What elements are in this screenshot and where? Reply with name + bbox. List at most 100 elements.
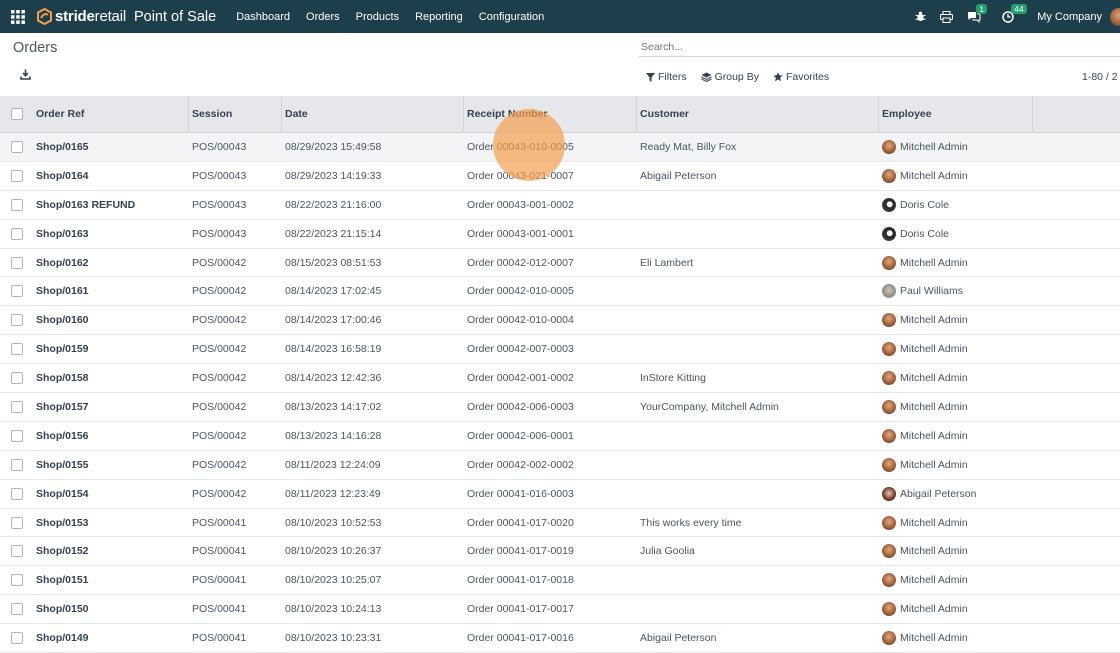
table-row[interactable]: Shop/0163 POS/00043 08/22/2023 21:15:14 Ord… (0, 220, 1120, 249)
employee-cell: Mitchell Admin (879, 451, 1033, 479)
row-checkbox[interactable] (10, 372, 23, 385)
nav-configuration[interactable]: Configuration (479, 11, 544, 23)
user-avatar[interactable] (1110, 7, 1120, 26)
filters-label: Filters (658, 71, 687, 83)
table-row[interactable]: Shop/0163 REFUND POS/00043 08/22/2023 21:1… (0, 191, 1120, 220)
bug-icon[interactable] (915, 11, 926, 22)
row-checkbox[interactable] (10, 603, 23, 616)
employee-cell: Mitchell Admin (879, 537, 1033, 565)
filters-button[interactable]: Filters (646, 71, 687, 83)
row-checkbox[interactable] (10, 429, 23, 442)
employee-avatar (882, 399, 896, 414)
column-header-employee[interactable]: Employee (879, 96, 1033, 132)
row-checkbox[interactable] (10, 198, 23, 211)
nav-products[interactable]: Products (356, 11, 399, 23)
table-row[interactable]: Shop/0152 POS/00041 08/10/2023 10:26:37 Ord… (0, 537, 1120, 567)
employee-name: Mitchell Admin (900, 458, 968, 471)
pager-value[interactable]: 1-80 / 2 (1082, 71, 1120, 83)
activity-clock-icon[interactable]: 44 (1002, 3, 1027, 23)
row-select-cell (0, 306, 33, 334)
customer-cell: Julia Goolia (640, 545, 695, 558)
column-header-order-ref[interactable]: Order Ref (33, 96, 189, 132)
row-checkbox[interactable] (10, 140, 23, 153)
row-checkbox[interactable] (10, 632, 23, 645)
employee-avatar (882, 428, 896, 443)
column-header-customer[interactable]: Customer (637, 96, 879, 132)
table-body: Shop/0165 POS/00043 08/29/2023 15:49:58 Ord… (0, 133, 1120, 653)
employee-avatar (882, 602, 896, 617)
row-checkbox[interactable] (10, 516, 23, 529)
table-row[interactable]: Shop/0150 POS/00041 08/10/2023 10:24:13 Ord… (0, 595, 1120, 625)
row-checkbox[interactable] (10, 487, 23, 500)
date-cell: 08/22/2023 21:15:14 (285, 227, 382, 240)
apps-menu-button[interactable] (0, 9, 36, 24)
session-cell: POS/00042 (192, 343, 247, 356)
employee-avatar (882, 139, 896, 154)
date-cell: 08/14/2023 17:02:45 (285, 285, 382, 298)
table-row[interactable]: Shop/0160 POS/00042 08/14/2023 17:00:46 Ord… (0, 306, 1120, 336)
customer-cell: Abigail Peterson (640, 632, 717, 645)
row-checkbox[interactable] (10, 227, 23, 240)
row-checkbox[interactable] (10, 400, 23, 413)
favorites-button[interactable]: Favorites (773, 71, 829, 83)
receipt-number-cell: Order 00043-001-0001 (467, 227, 574, 240)
nav-dashboard[interactable]: Dashboard (236, 11, 290, 23)
session-cell: POS/00042 (192, 372, 247, 385)
row-select-cell (0, 335, 33, 363)
column-header-session[interactable]: Session (189, 96, 282, 132)
printer-icon[interactable] (940, 10, 954, 23)
download-button[interactable] (20, 69, 31, 83)
app-title[interactable]: Point of Sale (134, 9, 216, 25)
brand-logo[interactable]: strideretail (36, 8, 126, 25)
employee-name: Mitchell Admin (900, 632, 968, 645)
row-checkbox[interactable] (10, 574, 23, 587)
chat-badge: 1 (976, 3, 987, 14)
row-checkbox[interactable] (10, 458, 23, 471)
customer-cell: Eli Lambert (640, 256, 694, 269)
employee-cell: Paul Williams (879, 277, 1033, 305)
order-ref-cell: Shop/0157 (36, 400, 89, 413)
table-row[interactable]: Shop/0151 POS/00041 08/10/2023 10:25:07 Ord… (0, 566, 1120, 596)
row-checkbox[interactable] (10, 169, 23, 182)
row-select-cell (0, 451, 33, 479)
table-row[interactable]: Shop/0153 POS/00041 08/10/2023 10:52:53 Ord… (0, 509, 1120, 538)
table-row[interactable]: Shop/0159 POS/00042 08/14/2023 16:58:19 Ord… (0, 335, 1120, 365)
date-cell: 08/22/2023 21:16:00 (285, 198, 382, 211)
table-row[interactable]: Shop/0157 POS/00042 08/13/2023 14:17:02 Ord… (0, 393, 1120, 422)
row-checkbox[interactable] (10, 256, 23, 269)
date-cell: 08/10/2023 10:24:13 (285, 603, 382, 616)
session-cell: POS/00042 (192, 458, 247, 471)
groupby-button[interactable]: Group By (700, 71, 759, 83)
date-cell: 08/29/2023 15:49:58 (285, 140, 382, 153)
table-row[interactable]: Shop/0149 POS/00041 08/10/2023 10:23:31 Ord… (0, 624, 1120, 653)
row-checkbox[interactable] (10, 285, 23, 298)
star-icon (773, 72, 783, 82)
table-row[interactable]: Shop/0158 POS/00042 08/14/2023 12:42:36 Ord… (0, 364, 1120, 394)
company-switcher[interactable]: My Company (1037, 11, 1102, 23)
logo-text-light: retail (94, 8, 127, 25)
nav-orders[interactable]: Orders (306, 11, 340, 23)
row-select-cell (0, 364, 33, 392)
table-row[interactable]: Shop/0164 POS/00043 08/29/2023 14:19:33 Ord… (0, 162, 1120, 191)
row-checkbox[interactable] (10, 343, 23, 356)
row-checkbox[interactable] (10, 314, 23, 327)
row-checkbox[interactable] (10, 545, 23, 558)
employee-cell: Mitchell Admin (879, 306, 1033, 334)
table-row[interactable]: Shop/0162 POS/00042 08/15/2023 08:51:53 Ord… (0, 249, 1120, 278)
row-select-cell (0, 162, 33, 190)
date-cell: 08/10/2023 10:25:07 (285, 574, 382, 587)
order-ref-cell: Shop/0152 (36, 545, 89, 558)
customer-cell (637, 335, 879, 363)
nav-reporting[interactable]: Reporting (415, 11, 463, 23)
employee-cell: Mitchell Admin (879, 249, 1033, 277)
customer-cell (637, 277, 879, 305)
table-row[interactable]: Shop/0155 POS/00042 08/11/2023 12:24:09 Ord… (0, 451, 1120, 480)
chat-icon[interactable]: 1 (967, 3, 987, 23)
employee-avatar (882, 313, 896, 328)
table-row[interactable]: Shop/0154 POS/00042 08/11/2023 12:23:49 Ord… (0, 480, 1120, 509)
table-row[interactable]: Shop/0156 POS/00042 08/13/2023 14:16:28 Ord… (0, 422, 1120, 451)
table-row[interactable]: Shop/0161 POS/00042 08/14/2023 17:02:45 Ord… (0, 277, 1120, 307)
select-all-checkbox[interactable] (10, 108, 23, 120)
search-input[interactable] (639, 38, 1120, 55)
column-header-date[interactable]: Date (282, 96, 464, 132)
